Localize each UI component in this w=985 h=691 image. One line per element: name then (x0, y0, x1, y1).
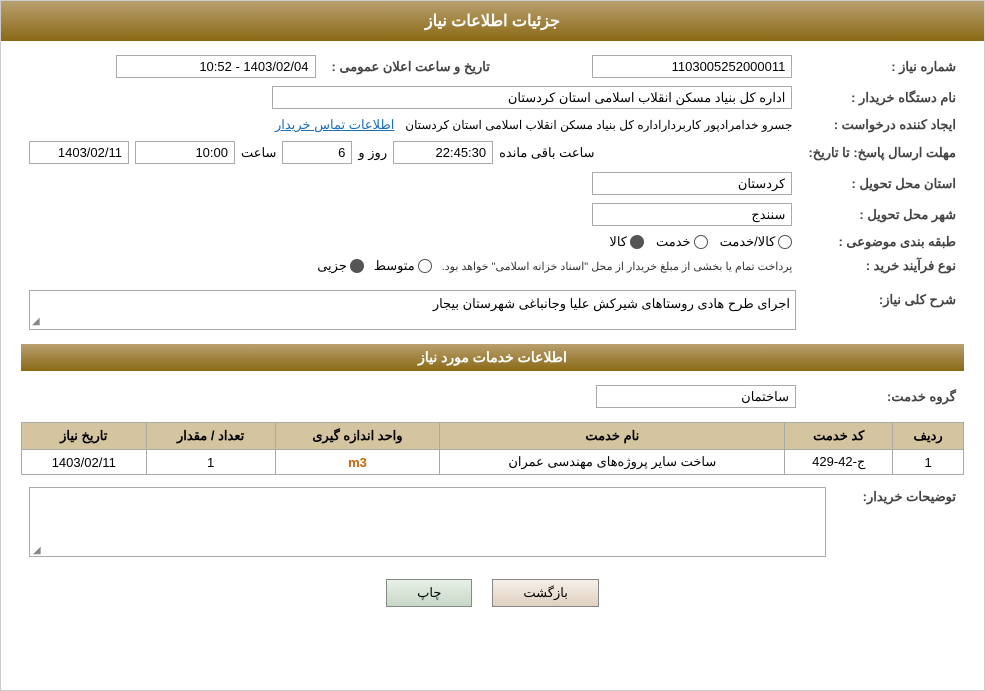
table-header-row: ردیف کد خدمت نام خدمت واحد اندازه گیری ت… (22, 423, 964, 450)
col-service-name: نام خدمت (440, 423, 785, 450)
content-area: شماره نیاز : تاریخ و ساعت اعلان عمومی : … (1, 41, 984, 627)
reply-days-input[interactable] (282, 141, 352, 164)
delivery-city-value (21, 199, 800, 230)
category-option-khedmat[interactable]: خدمت (656, 234, 708, 250)
contact-link[interactable]: اطلاعات تماس خریدار (275, 117, 394, 132)
category-kala-khedmat-label: کالا/خدمت (720, 234, 776, 250)
radio-kala-khedmat (778, 235, 792, 249)
buyer-notes-table: توضیحات خریدار: ◢ (21, 483, 964, 564)
description-value: اجرای طرح هادی روستاهای شیرکش علیا وجانب… (21, 286, 804, 334)
delivery-province-row: استان محل تحویل : (21, 168, 964, 199)
cell-row-num: 1 (893, 450, 964, 475)
delivery-city-input[interactable] (592, 203, 792, 226)
buyer-notes-label: توضیحات خریدار: (834, 483, 964, 564)
reply-remaining-label: ساعت باقی مانده (499, 145, 594, 161)
reply-days-label: روز و (358, 145, 387, 161)
description-table: شرح کلی نیاز: اجرای طرح هادی روستاهای شی… (21, 286, 964, 334)
description-row: شرح کلی نیاز: اجرای طرح هادی روستاهای شی… (21, 286, 964, 334)
process-option-medium[interactable]: متوسط (374, 258, 432, 274)
page-header: جزئیات اطلاعات نیاز (1, 1, 984, 41)
announce-date-value (21, 51, 324, 82)
reply-deadline-value: ساعت باقی مانده روز و ساعت (21, 137, 800, 168)
process-option-partial[interactable]: جزیی (317, 258, 364, 274)
service-group-input[interactable] (596, 385, 796, 408)
process-partial-label: جزیی (317, 258, 347, 274)
delivery-city-row: شهر محل تحویل : (21, 199, 964, 230)
category-kala-label: کالا (609, 234, 627, 250)
need-number-label: شماره نیاز : (800, 51, 964, 82)
delivery-province-value (21, 168, 800, 199)
buyer-org-label: نام دستگاه خریدار : (800, 82, 964, 113)
col-need-date: تاریخ نیاز (22, 423, 147, 450)
collapse-arrow-notes: ◢ (33, 545, 41, 556)
service-group-row: گروه خدمت: (21, 379, 964, 414)
category-options: کالا/خدمت خدمت کالا (21, 230, 800, 254)
buyer-org-input[interactable] (272, 86, 792, 109)
cell-quantity: 1 (146, 450, 275, 475)
creator-row: ایجاد کننده درخواست : جسرو خدامرادپور کا… (21, 113, 964, 137)
table-row: 1 ج-42-429 ساخت سایر پروژه‌های مهندسی عم… (22, 450, 964, 475)
service-group-table: گروه خدمت: (21, 379, 964, 414)
need-number-input[interactable] (592, 55, 792, 78)
process-medium-label: متوسط (374, 258, 415, 274)
delivery-province-label: استان محل تحویل : (800, 168, 964, 199)
creator-text: جسرو خدامرادپور کاربرداراداره کل بنیاد م… (405, 118, 792, 132)
cell-unit: m3 (275, 450, 439, 475)
process-row: نوع فرآیند خرید : پرداخت تمام یا بخشی از… (21, 254, 964, 278)
service-group-value (21, 379, 804, 414)
col-quantity: تعداد / مقدار (146, 423, 275, 450)
category-option-kala[interactable]: کالا (609, 234, 644, 250)
process-options: پرداخت تمام یا بخشی از مبلغ خریدار از مح… (21, 254, 800, 278)
cell-service-name: ساخت سایر پروژه‌های مهندسی عمران (440, 450, 785, 475)
process-note-text: پرداخت تمام یا بخشی از مبلغ خریدار از مح… (442, 260, 793, 273)
buyer-notes-value: ◢ (21, 483, 834, 564)
collapse-arrow-desc: ◢ (32, 316, 40, 327)
buyer-org-value (21, 82, 800, 113)
reply-remaining-input[interactable] (393, 141, 493, 164)
cell-service-code: ج-42-429 (785, 450, 893, 475)
buyer-org-row: نام دستگاه خریدار : (21, 82, 964, 113)
unit-text: m3 (348, 455, 367, 470)
creator-value: جسرو خدامرادپور کاربرداراداره کل بنیاد م… (21, 113, 800, 137)
radio-medium (418, 259, 432, 273)
services-section-title: اطلاعات خدمات مورد نیاز (21, 344, 964, 371)
page-title: جزئیات اطلاعات نیاز (425, 13, 560, 30)
category-option-kala-khedmat[interactable]: کالا/خدمت (720, 234, 793, 250)
buyer-notes-row: توضیحات خریدار: ◢ (21, 483, 964, 564)
reply-time-input[interactable] (135, 141, 235, 164)
service-group-label: گروه خدمت: (804, 379, 964, 414)
reply-deadline-label: مهلت ارسال پاسخ: تا تاریخ: (800, 137, 964, 168)
category-row: طبقه بندی موضوعی : کالا/خدمت خدمت (21, 230, 964, 254)
main-info-table: شماره نیاز : تاریخ و ساعت اعلان عمومی : … (21, 51, 964, 278)
category-label: طبقه بندی موضوعی : (800, 230, 964, 254)
radio-partial (350, 259, 364, 273)
print-button[interactable]: چاپ (386, 579, 472, 607)
back-button[interactable]: بازگشت (492, 579, 598, 607)
need-number-value (498, 51, 800, 82)
reply-time-label: ساعت (241, 145, 276, 161)
reply-date-input[interactable] (29, 141, 129, 164)
announce-date-input[interactable] (116, 55, 316, 78)
page-wrapper: جزئیات اطلاعات نیاز شماره نیاز : تاریخ و… (0, 0, 985, 691)
need-number-row: شماره نیاز : تاریخ و ساعت اعلان عمومی : (21, 51, 964, 82)
radio-kala (630, 235, 644, 249)
announce-date-label: تاریخ و ساعت اعلان عمومی : (324, 51, 498, 82)
category-khedmat-label: خدمت (656, 234, 691, 250)
services-data-table: ردیف کد خدمت نام خدمت واحد اندازه گیری ت… (21, 422, 964, 475)
reply-deadline-row: مهلت ارسال پاسخ: تا تاریخ: ساعت باقی مان… (21, 137, 964, 168)
description-text: اجرای طرح هادی روستاهای شیرکش علیا وجانب… (433, 296, 790, 311)
creator-label: ایجاد کننده درخواست : (800, 113, 964, 137)
button-row: بازگشت چاپ (21, 579, 964, 607)
buyer-notes-textarea[interactable] (29, 487, 826, 557)
delivery-province-input[interactable] (592, 172, 792, 195)
description-label: شرح کلی نیاز: (804, 286, 964, 334)
delivery-city-label: شهر محل تحویل : (800, 199, 964, 230)
process-label: نوع فرآیند خرید : (800, 254, 964, 278)
col-unit: واحد اندازه گیری (275, 423, 439, 450)
cell-need-date: 1403/02/11 (22, 450, 147, 475)
col-row-num: ردیف (893, 423, 964, 450)
col-service-code: کد خدمت (785, 423, 893, 450)
radio-khedmat (694, 235, 708, 249)
